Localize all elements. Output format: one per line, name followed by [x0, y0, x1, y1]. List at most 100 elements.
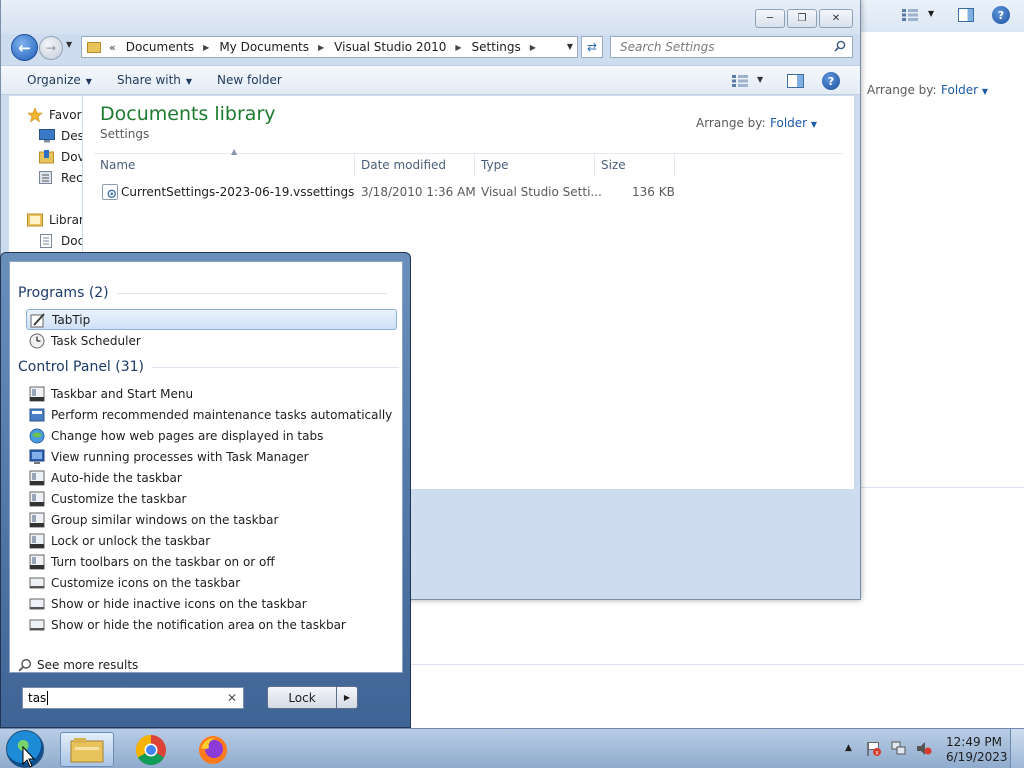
arrange-by-dropdown[interactable]: Folder ▼	[941, 83, 988, 97]
result-control-panel-item[interactable]: Turn toolbars on the taskbar on or off	[26, 551, 397, 572]
result-control-panel-item[interactable]: Auto-hide the taskbar	[26, 467, 397, 488]
file-size: 136 KB	[632, 185, 675, 199]
breadcrumb-visual-studio[interactable]: Visual Studio 2010	[334, 40, 446, 54]
nav-item-libraries[interactable]: Librar	[27, 211, 82, 229]
file-row[interactable]: CurrentSettings-2023-06-19.vssettings 3/…	[94, 181, 684, 203]
back-arrow-icon: ←	[18, 38, 31, 57]
result-label: Show or hide the notification area on th…	[51, 617, 346, 632]
restore-button[interactable]: ❐	[787, 9, 817, 28]
result-control-panel-item[interactable]: Show or hide the notification area on th…	[26, 614, 397, 635]
breadcrumb-separator-icon[interactable]: ▶	[203, 43, 209, 52]
nav-item-label: Doc	[61, 234, 82, 248]
clock-date[interactable]: 6/19/2023	[946, 750, 1008, 764]
help-icon[interactable]: ?	[992, 6, 1010, 24]
view-dropdown-icon[interactable]: ▼	[757, 75, 763, 84]
column-header-size[interactable]: Size	[595, 154, 675, 176]
chevron-right-icon: ▶	[343, 693, 351, 702]
refresh-button[interactable]: ⇄	[581, 36, 603, 58]
see-more-results-link[interactable]: See more results	[18, 658, 138, 672]
chevron-down-icon: ▼	[85, 77, 92, 86]
firefox-icon	[199, 735, 227, 764]
column-header-type[interactable]: Type	[475, 154, 595, 176]
lock-button[interactable]: Lock	[267, 686, 337, 709]
new-folder-button[interactable]: New folder	[217, 73, 282, 87]
result-task-scheduler[interactable]: Task Scheduler	[26, 330, 397, 351]
search-input[interactable]: Search Settings	[610, 36, 853, 58]
nav-item-label: Rec	[61, 171, 82, 185]
svg-text:x: x	[875, 750, 879, 757]
start-search-input[interactable]: tas ✕	[22, 687, 244, 709]
text-caret	[47, 691, 49, 705]
taskbar-firefox-button[interactable]	[186, 732, 240, 767]
title-bar[interactable]: ─ ❐ ✕	[1, 0, 860, 34]
taskbar-explorer-button[interactable]	[60, 732, 114, 767]
taskbar-icon	[29, 554, 45, 569]
breadcrumb-separator-icon[interactable]: ▶	[530, 43, 536, 52]
documents-icon	[40, 234, 52, 248]
breadcrumb-my-documents[interactable]: My Documents	[219, 40, 309, 54]
start-search-value: tas	[28, 691, 47, 705]
background-title-bar[interactable]: ▼ ?	[856, 0, 1024, 32]
minimize-button[interactable]: ─	[755, 9, 785, 28]
taskbar: ▲ x 12:49 PM 6/19/2023	[0, 728, 1024, 768]
shutdown-options-button[interactable]: ▶	[336, 686, 358, 709]
libraries-icon	[27, 213, 43, 227]
arrange-by-dropdown[interactable]: Folder ▼	[770, 116, 817, 130]
view-options-icon[interactable]	[732, 75, 748, 87]
recent-pages-dropdown-icon[interactable]: ▼	[66, 40, 72, 49]
clock-time[interactable]: 12:49 PM	[946, 735, 1002, 749]
back-button[interactable]: ←	[11, 34, 38, 61]
column-header-name[interactable]: Name	[94, 154, 355, 176]
forward-button[interactable]: →	[39, 36, 63, 60]
result-control-panel-item[interactable]: Taskbar and Start Menu	[26, 383, 397, 404]
breadcrumb-documents[interactable]: Documents	[126, 40, 194, 54]
programs-header[interactable]: Programs (2)	[18, 285, 387, 301]
help-icon[interactable]: ?	[822, 72, 840, 90]
nav-item-documents[interactable]: Doc	[39, 232, 82, 250]
clear-search-icon[interactable]: ✕	[227, 691, 237, 705]
organize-button[interactable]: Organize ▼	[27, 73, 92, 87]
result-control-panel-item[interactable]: Customize the taskbar	[26, 488, 397, 509]
column-header-date-modified[interactable]: Date modified	[355, 154, 475, 176]
network-icon[interactable]	[891, 741, 907, 756]
result-control-panel-item[interactable]: Group similar windows on the taskbar	[26, 509, 397, 530]
address-dropdown-icon[interactable]: ▼	[567, 42, 573, 51]
taskbar-chrome-button[interactable]	[124, 732, 178, 767]
nav-item-recent-places[interactable]: Rec	[39, 169, 82, 187]
result-control-panel-item[interactable]: Customize icons on the taskbar	[26, 572, 397, 593]
address-bar[interactable]: « Documents ▶ My Documents ▶ Visual Stud…	[81, 36, 578, 58]
nav-item-desktop[interactable]: Des	[39, 127, 82, 145]
breadcrumb-overflow-icon[interactable]: «	[109, 41, 116, 54]
result-tabtip[interactable]: TabTip	[26, 309, 397, 330]
result-label: Show or hide inactive icons on the taskb…	[51, 596, 307, 611]
nav-item-favorites[interactable]: Favor	[27, 106, 82, 124]
view-options-icon[interactable]	[902, 9, 918, 21]
preview-pane-icon[interactable]	[787, 74, 804, 88]
result-label: Auto-hide the taskbar	[51, 470, 182, 485]
preview-pane-icon[interactable]	[958, 8, 974, 22]
result-control-panel-item[interactable]: Show or hide inactive icons on the taskb…	[26, 593, 397, 614]
recent-places-icon	[39, 171, 52, 184]
result-control-panel-item[interactable]: Change how web pages are displayed in ta…	[26, 425, 397, 446]
nav-item-downloads[interactable]: Dov	[39, 148, 82, 166]
file-date-modified: 3/18/2010 1:36 AM	[361, 185, 476, 199]
action-center-flag-icon[interactable]: x	[866, 741, 882, 756]
arrange-by-label: Arrange by:	[867, 83, 937, 97]
breadcrumb-settings[interactable]: Settings	[472, 40, 521, 54]
search-icon[interactable]	[834, 40, 846, 52]
close-button[interactable]: ✕	[819, 9, 853, 28]
result-control-panel-item[interactable]: Perform recommended maintenance tasks au…	[26, 404, 397, 425]
show-desktop-button[interactable]	[1010, 729, 1024, 768]
notification-icon	[29, 619, 45, 630]
refresh-icon: ⇄	[586, 40, 598, 54]
breadcrumb-separator-icon[interactable]: ▶	[455, 43, 461, 52]
result-label: Change how web pages are displayed in ta…	[51, 428, 324, 443]
result-control-panel-item[interactable]: Lock or unlock the taskbar	[26, 530, 397, 551]
show-hidden-icons-button[interactable]: ▲	[845, 743, 852, 753]
share-with-button[interactable]: Share with ▼	[117, 73, 192, 87]
breadcrumb-separator-icon[interactable]: ▶	[318, 43, 324, 52]
view-dropdown-icon[interactable]: ▼	[928, 9, 934, 18]
control-panel-header[interactable]: Control Panel (31)	[18, 359, 400, 375]
result-control-panel-item[interactable]: View running processes with Task Manager	[26, 446, 397, 467]
volume-muted-icon[interactable]	[916, 741, 932, 756]
